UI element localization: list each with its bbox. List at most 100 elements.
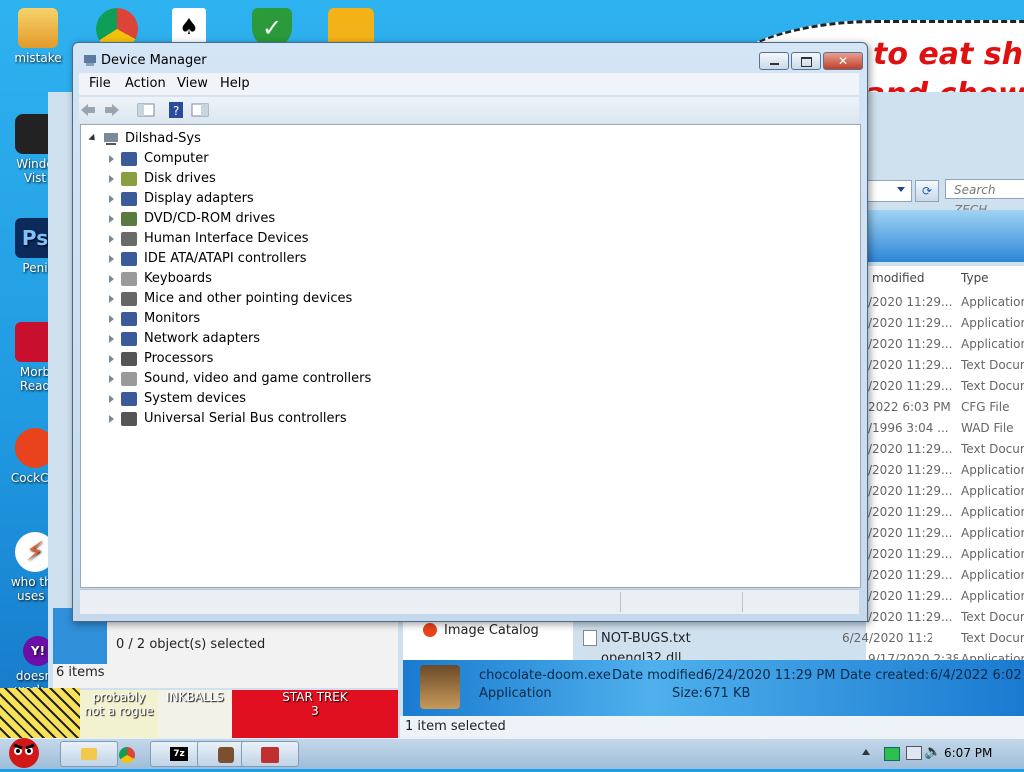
expand-arrow-icon[interactable] <box>109 355 114 363</box>
menu-view[interactable]: View <box>177 76 208 91</box>
menu-action[interactable]: Action <box>125 76 166 91</box>
details-created-value: 6/4/2022 6:02 PM <box>930 668 1024 683</box>
maximize-button[interactable] <box>791 52 821 70</box>
taskbar-device-manager-button[interactable] <box>241 741 299 767</box>
file-row-date[interactable]: /2020 11:29... <box>868 313 958 334</box>
start-button[interactable] <box>2 733 46 769</box>
file-row-date[interactable]: /2020 11:29... <box>868 586 958 607</box>
column-header-type[interactable]: Type <box>961 271 989 285</box>
desktop-label-probably-not-a-rogue[interactable]: probably not a rogue <box>80 690 158 738</box>
file-row-date[interactable]: 2022 6:03 PM <box>868 397 958 418</box>
expand-arrow-icon[interactable] <box>109 335 114 343</box>
computer-icon <box>103 132 119 146</box>
desktop-icon-label: Peni <box>22 261 48 275</box>
expand-arrow-icon[interactable] <box>109 295 114 303</box>
file-row-date[interactable]: 6/24/2020 11:29... <box>842 628 932 649</box>
device-manager-window[interactable]: Device Manager ✕ File Action View Help ? <box>72 42 868 622</box>
desktop-label-star-trek-3[interactable]: STAR TREK 3 <box>232 690 398 738</box>
file-row-type[interactable]: Application <box>961 586 1024 607</box>
file-row-type[interactable]: Text Docum <box>961 355 1024 376</box>
file-row-date[interactable]: /2020 11:29... <box>868 502 958 523</box>
desktop-icon-mistake[interactable]: mistake <box>3 8 73 65</box>
properties-icon[interactable] <box>191 101 209 119</box>
minimize-button[interactable] <box>759 52 789 70</box>
collapse-arrow-icon[interactable] <box>88 133 98 144</box>
dropdown-arrow-icon[interactable] <box>897 187 905 192</box>
file-row-type[interactable]: Text Docum <box>961 439 1024 460</box>
expand-arrow-icon[interactable] <box>109 195 114 203</box>
tree-node-label: Processors <box>144 351 214 366</box>
nav-item-image-catalog[interactable]: Image Catalog <box>444 623 539 638</box>
battery-icon[interactable] <box>884 747 900 761</box>
mice-and-other-pointing-devices-icon <box>121 292 137 306</box>
desktop-label-inkballs[interactable]: INKBALLS <box>158 690 232 738</box>
file-row-date[interactable]: /2020 11:29... <box>868 292 958 313</box>
expand-arrow-icon[interactable] <box>109 235 114 243</box>
file-row-date[interactable]: /2020 11:29... <box>868 544 958 565</box>
expand-arrow-icon[interactable] <box>109 215 114 223</box>
expand-arrow-icon[interactable] <box>109 175 114 183</box>
file-row-type[interactable]: Text Docum <box>961 607 1024 628</box>
file-row-date[interactable]: /2020 11:29... <box>868 376 958 397</box>
status-bar <box>80 589 859 614</box>
file-row-type[interactable]: Application <box>961 544 1024 565</box>
file-row-type[interactable]: WAD File <box>961 418 1024 439</box>
refresh-icon[interactable]: ⟳ <box>915 180 939 202</box>
file-row-type[interactable]: Application <box>961 292 1024 313</box>
device-tree[interactable]: Dilshad-Sys Computer Disk drives Display a… <box>80 124 861 588</box>
file-row-type[interactable]: CFG File <box>961 397 1024 418</box>
close-button[interactable]: ✕ <box>823 52 863 70</box>
search-input[interactable]: Search ZECH <box>945 179 1024 217</box>
file-row-type[interactable]: Application <box>961 334 1024 355</box>
help-icon[interactable]: ? <box>167 101 185 119</box>
file-row-date[interactable]: /2020 11:29... <box>868 355 958 376</box>
file-row-date[interactable]: /2020 11:29... <box>868 439 958 460</box>
explorer-address-combo[interactable] <box>866 180 912 202</box>
file-item-opengl[interactable]: opengl32.dll <box>601 651 681 660</box>
tree-node-label: Network adapters <box>144 331 261 346</box>
meme-text-line: to eat shit <box>873 37 1024 72</box>
expand-arrow-icon[interactable] <box>109 395 114 403</box>
ide-ata-atapi-controllers-icon <box>121 252 137 266</box>
sound-video-and-game-controllers-icon <box>121 372 137 386</box>
taskbar-chrome-button[interactable] <box>98 741 156 767</box>
expand-arrow-icon[interactable] <box>109 315 114 323</box>
menu-help[interactable]: Help <box>220 76 250 91</box>
file-row-date[interactable]: /2020 11:29... <box>868 607 958 628</box>
folder-icon <box>81 748 97 760</box>
tree-node-label: Mice and other pointing devices <box>144 291 353 306</box>
back-arrow-icon[interactable] <box>79 101 97 119</box>
file-row-type[interactable]: Application <box>961 565 1024 586</box>
forward-arrow-icon[interactable] <box>103 101 121 119</box>
file-row-type[interactable]: Application <box>961 502 1024 523</box>
file-row-type[interactable]: Application <box>961 313 1024 334</box>
clock[interactable]: 6:07 PM <box>944 746 992 760</box>
show-hidden-icons-icon[interactable] <box>862 749 870 755</box>
expand-arrow-icon[interactable] <box>109 375 114 383</box>
file-row-type[interactable]: Application <box>961 523 1024 544</box>
file-row-type[interactable]: Text Docum <box>961 628 1024 649</box>
file-row-date[interactable]: /2020 11:29... <box>868 523 958 544</box>
file-item-not-bugs[interactable]: NOT-BUGS.txt <box>601 631 691 646</box>
volume-icon[interactable]: 🔈 <box>924 744 941 760</box>
file-row-date[interactable]: /2020 11:29... <box>868 460 958 481</box>
file-row-date[interactable]: /2020 11:29... <box>868 334 958 355</box>
network-icon[interactable] <box>906 746 922 760</box>
file-row-type[interactable]: Text Docum <box>961 376 1024 397</box>
show-hide-console-tree-icon[interactable] <box>137 101 155 119</box>
column-header-modified[interactable]: modified <box>872 271 925 285</box>
file-row-type[interactable]: Application <box>961 481 1024 502</box>
menu-file[interactable]: File <box>89 76 111 91</box>
expand-arrow-icon[interactable] <box>109 275 114 283</box>
device-manager-app-icon <box>83 53 97 67</box>
details-name: chocolate-doom.exe <box>479 668 611 683</box>
text-file-icon <box>583 630 597 646</box>
expand-arrow-icon[interactable] <box>109 155 114 163</box>
file-row-date[interactable]: /2020 11:29... <box>868 565 958 586</box>
tree-node-label: Monitors <box>144 311 201 326</box>
file-row-date[interactable]: /1996 3:04 ... <box>868 418 958 439</box>
expand-arrow-icon[interactable] <box>109 255 114 263</box>
file-row-date[interactable]: /2020 11:29... <box>868 481 958 502</box>
file-row-type[interactable]: Application <box>961 460 1024 481</box>
expand-arrow-icon[interactable] <box>109 415 114 423</box>
